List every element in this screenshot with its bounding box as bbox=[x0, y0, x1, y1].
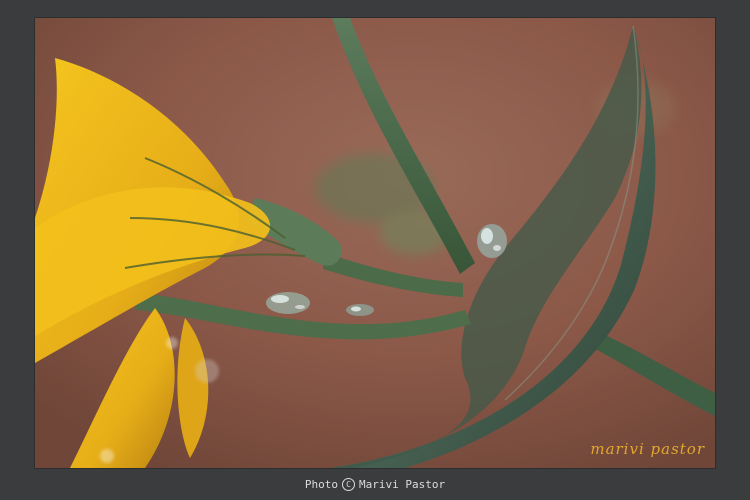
copyright-icon: C bbox=[342, 478, 356, 491]
credit-prefix: Photo bbox=[304, 478, 339, 491]
photo-image: marivi pastor bbox=[35, 18, 715, 468]
photo-credit: Photo C Marivi Pastor bbox=[0, 478, 750, 491]
credit-author: Marivi Pastor bbox=[359, 478, 446, 491]
photo-signature: marivi pastor bbox=[590, 440, 705, 458]
flower-stem-with-water-droplets-icon bbox=[35, 18, 715, 468]
photo-frame: marivi pastor Photo C Marivi Pastor bbox=[0, 0, 750, 500]
